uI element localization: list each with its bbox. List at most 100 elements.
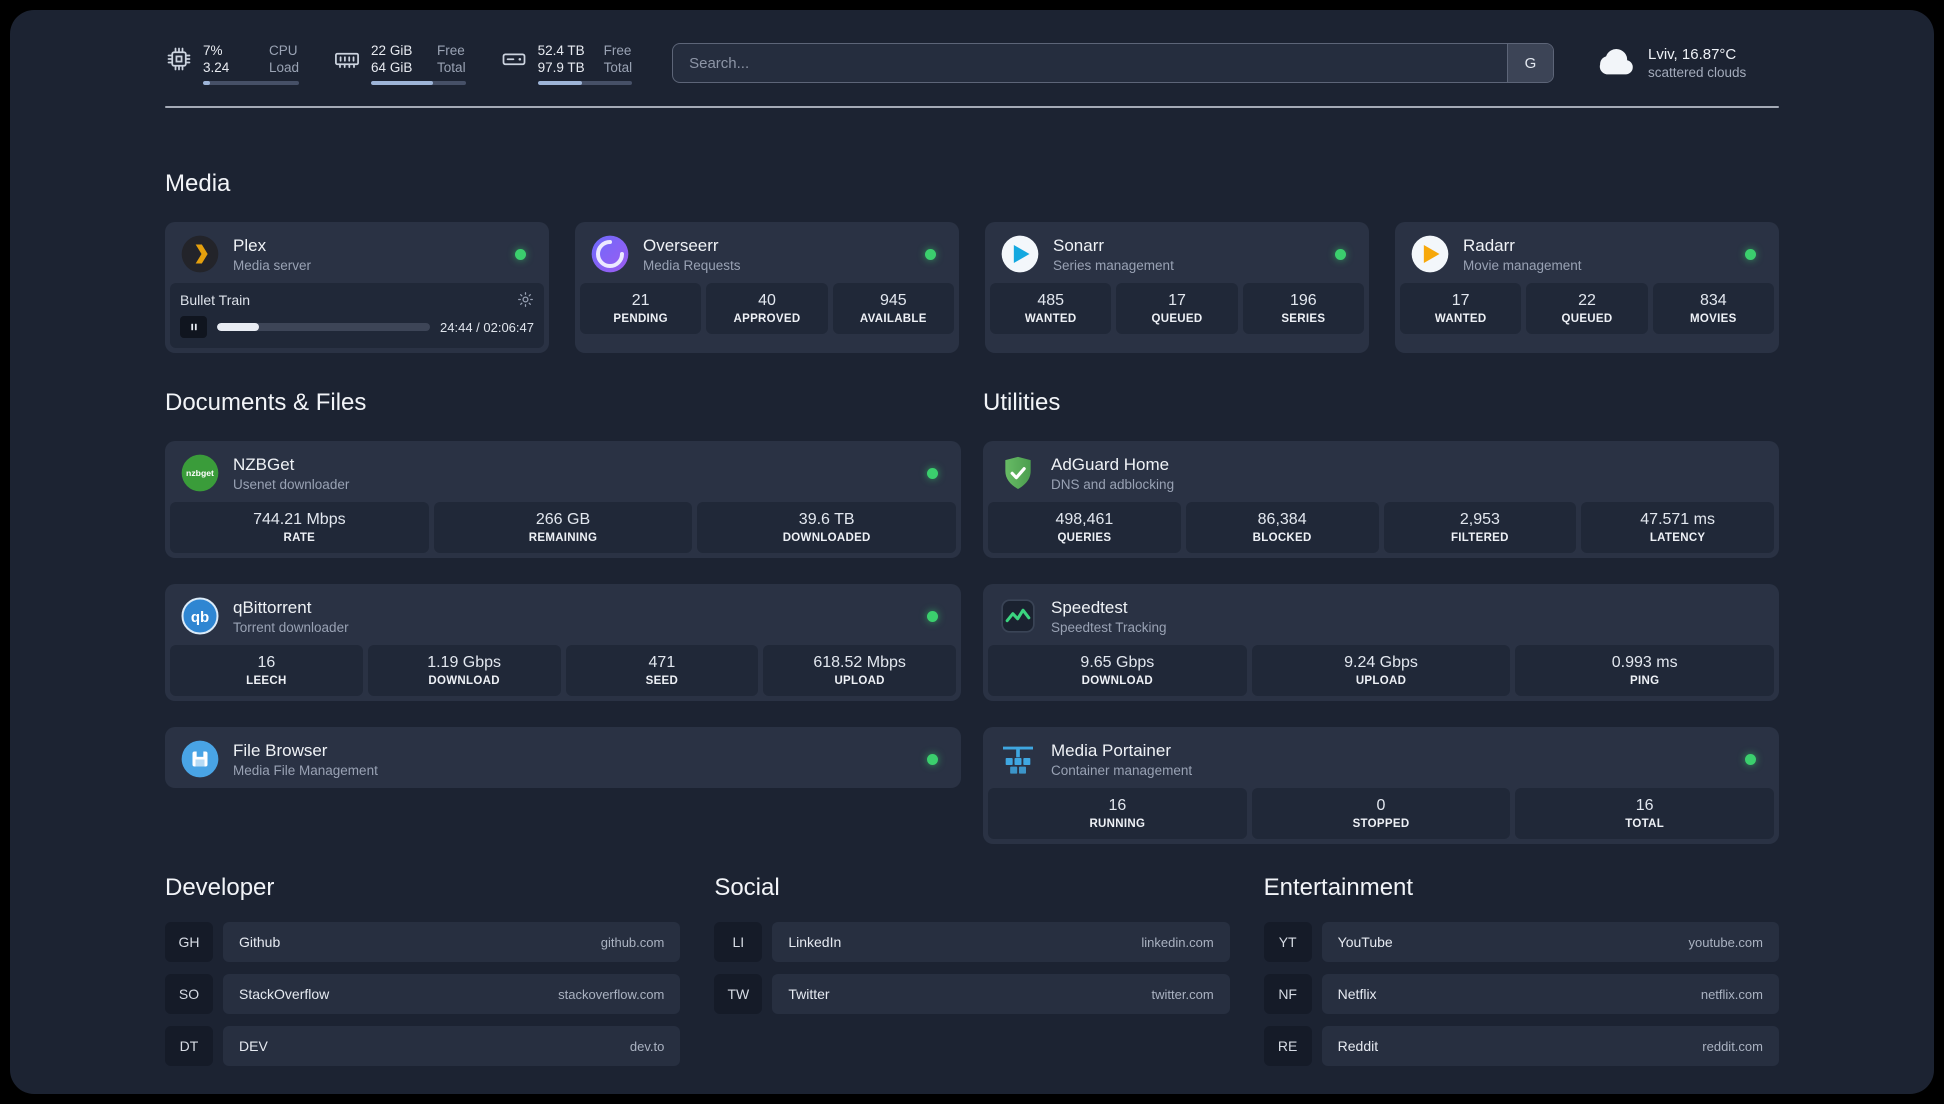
- service-card-nzbget[interactable]: nzbget NZBGet Usenet downloader 744.21 M…: [165, 441, 961, 558]
- stat-tile: 618.52 Mbps UPLOAD: [763, 645, 956, 696]
- service-desc: Media File Management: [233, 762, 378, 778]
- stat-tile: 471 SEED: [565, 645, 759, 696]
- status-dot-online: [1745, 753, 1756, 765]
- svg-text:qb: qb: [191, 609, 209, 626]
- status-dot-online: [925, 248, 936, 260]
- service-desc: Container management: [1051, 762, 1193, 778]
- cloud-icon: [1594, 42, 1636, 84]
- service-card-plex[interactable]: Plex Media server Bullet Train 24:44 / 0…: [165, 222, 549, 353]
- memory-icon: [333, 42, 361, 73]
- stat-tile: 40 APPROVED: [706, 283, 828, 334]
- playback-time: 24:44 / 02:06:47: [440, 319, 534, 335]
- service-name: qBittorrent: [233, 597, 312, 617]
- overseerr-icon: [590, 234, 630, 274]
- weather-condition: scattered clouds: [1648, 65, 1747, 80]
- search-provider-button[interactable]: G: [1507, 44, 1553, 82]
- service-name: Sonarr: [1053, 235, 1105, 255]
- bookmark-row-netflix[interactable]: NF Netflix netflix.com: [1263, 974, 1779, 1014]
- bookmark-row-youtube[interactable]: YT YouTube youtube.com: [1263, 922, 1779, 962]
- service-name: NZBGet: [233, 454, 295, 474]
- stat-tile: 22 QUEUED: [1526, 283, 1648, 334]
- cpu-icon: [165, 42, 193, 73]
- disk-usage-bar: [537, 80, 633, 85]
- service-desc: Torrent downloader: [233, 619, 349, 635]
- stat-tile: 39.6 TB DOWNLOADED: [697, 502, 957, 553]
- memory-usage-fill: [371, 80, 434, 85]
- bookmark-row-dev[interactable]: DT DEV dev.to: [165, 1026, 681, 1066]
- bookmark-row-linkedin[interactable]: LI LinkedIn linkedin.com: [714, 922, 1230, 962]
- service-card-sonarr[interactable]: Sonarr Series management 485 WANTED 17 QUE…: [985, 222, 1369, 353]
- bookmark-url: reddit.com: [1702, 1038, 1763, 1054]
- stat-tile: 9.24 Gbps UPLOAD: [1251, 645, 1511, 696]
- speedtest-icon: [998, 596, 1038, 636]
- disk-free: 52.4 TB: [537, 42, 585, 58]
- plex-now-playing: Bullet Train 24:44 / 02:06:47: [170, 283, 544, 348]
- service-name: Media Portainer: [1051, 740, 1172, 760]
- svg-text:nzbget: nzbget: [186, 468, 214, 478]
- stat-tile: 47.571 ms LATENCY: [1581, 502, 1774, 553]
- section-developer: Developer GH Github github.com SO StackOv…: [165, 874, 681, 1066]
- bookmark-url: netflix.com: [1700, 986, 1763, 1002]
- radarr-icon: [1410, 234, 1450, 274]
- stat-tile: 498,461 QUERIES: [988, 502, 1181, 553]
- bookmark-row-reddit[interactable]: RE Reddit reddit.com: [1263, 1026, 1779, 1066]
- service-desc: Speedtest Tracking: [1051, 619, 1167, 635]
- bookmark-url: twitter.com: [1151, 986, 1214, 1002]
- disk-icon: [500, 42, 528, 73]
- service-desc: Movie management: [1463, 257, 1582, 273]
- service-card-portainer[interactable]: Media Portainer Container management 16 R…: [983, 727, 1779, 844]
- search-input[interactable]: [673, 44, 1507, 82]
- search-bar: G: [672, 43, 1554, 83]
- bookmark-row-github[interactable]: GH Github github.com: [165, 922, 681, 962]
- bookmark-abbr: RE: [1263, 1026, 1312, 1066]
- section-title-entertainment: Entertainment: [1263, 874, 1414, 901]
- bookmark-url: stackoverflow.com: [558, 986, 665, 1002]
- service-card-adguard[interactable]: AdGuard Home DNS and adblocking 498,461 Q…: [983, 441, 1779, 558]
- bookmark-name: LinkedIn: [788, 934, 842, 950]
- stat-tile: 945 AVAILABLE: [832, 283, 954, 334]
- service-card-speedtest[interactable]: Speedtest Speedtest Tracking 9.65 Gbps DO…: [983, 584, 1779, 701]
- bookmark-abbr: SO: [165, 974, 213, 1014]
- stat-tile: 21 PENDING: [580, 283, 702, 334]
- stat-tile: 266 GB REMAINING: [433, 502, 693, 553]
- plex-icon: [180, 234, 220, 274]
- stat-tile: 485 WANTED: [990, 283, 1112, 334]
- service-card-filebrowser[interactable]: File Browser Media File Management: [165, 727, 961, 788]
- bookmark-row-stackoverflow[interactable]: SO StackOverflow stackoverflow.com: [165, 974, 681, 1014]
- stat-tile: 17 WANTED: [1400, 283, 1522, 334]
- service-name: AdGuard Home: [1051, 454, 1170, 474]
- resource-widgets: 7% 3.24 CPU Load 22 GiB 64 GiB Free Tota…: [165, 42, 633, 85]
- service-card-radarr[interactable]: Radarr Movie management 17 WANTED 22 QUEUE…: [1395, 222, 1779, 353]
- stat-tile: 2,953 FILTERED: [1383, 502, 1577, 553]
- filebrowser-icon: [180, 739, 220, 779]
- status-dot-online: [927, 467, 938, 479]
- stat-tile: 16 RUNNING: [988, 788, 1247, 839]
- cpu-widget: 7% 3.24 CPU Load: [165, 42, 300, 85]
- bookmark-name: YouTube: [1337, 934, 1393, 950]
- pause-button[interactable]: [180, 316, 207, 338]
- status-dot-online: [927, 753, 938, 765]
- stat-tile: 16 LEECH: [170, 645, 363, 696]
- now-playing-title: Bullet Train: [180, 291, 251, 308]
- service-name: File Browser: [233, 740, 328, 760]
- status-dot-online: [927, 610, 938, 622]
- weather-widget: Lviv, 16.87°C scattered clouds: [1594, 42, 1779, 84]
- section-social: Social LI LinkedIn linkedin.com TW Twitte…: [714, 874, 1230, 1066]
- service-card-qbittorrent[interactable]: qb qBittorrent Torrent downloader 16 LEEC…: [165, 584, 961, 701]
- memory-free-label: Free: [437, 42, 465, 58]
- bookmark-name: DEV: [239, 1038, 268, 1054]
- section-documents: Documents & Files nzbget NZBGet Usenet d…: [165, 389, 961, 844]
- bookmark-row-twitter[interactable]: TW Twitter twitter.com: [714, 974, 1230, 1014]
- cpu-load-avg: 3.24: [203, 60, 230, 75]
- gear-icon[interactable]: [517, 291, 534, 308]
- service-card-overseerr[interactable]: Overseerr Media Requests 21 PENDING 40 APP…: [575, 222, 959, 353]
- disk-widget: 52.4 TB 97.9 TB Free Total: [500, 42, 633, 85]
- bookmark-url: github.com: [600, 934, 665, 950]
- cpu-load-label: Load: [269, 60, 300, 75]
- bookmark-url: linkedin.com: [1141, 934, 1214, 950]
- section-title-utilities: Utilities: [983, 389, 1061, 416]
- stat-tile: 834 MOVIES: [1652, 283, 1774, 334]
- service-desc: Series management: [1053, 257, 1174, 273]
- cpu-usage-bar: [203, 80, 300, 85]
- stat-tile: 0 STOPPED: [1251, 788, 1511, 839]
